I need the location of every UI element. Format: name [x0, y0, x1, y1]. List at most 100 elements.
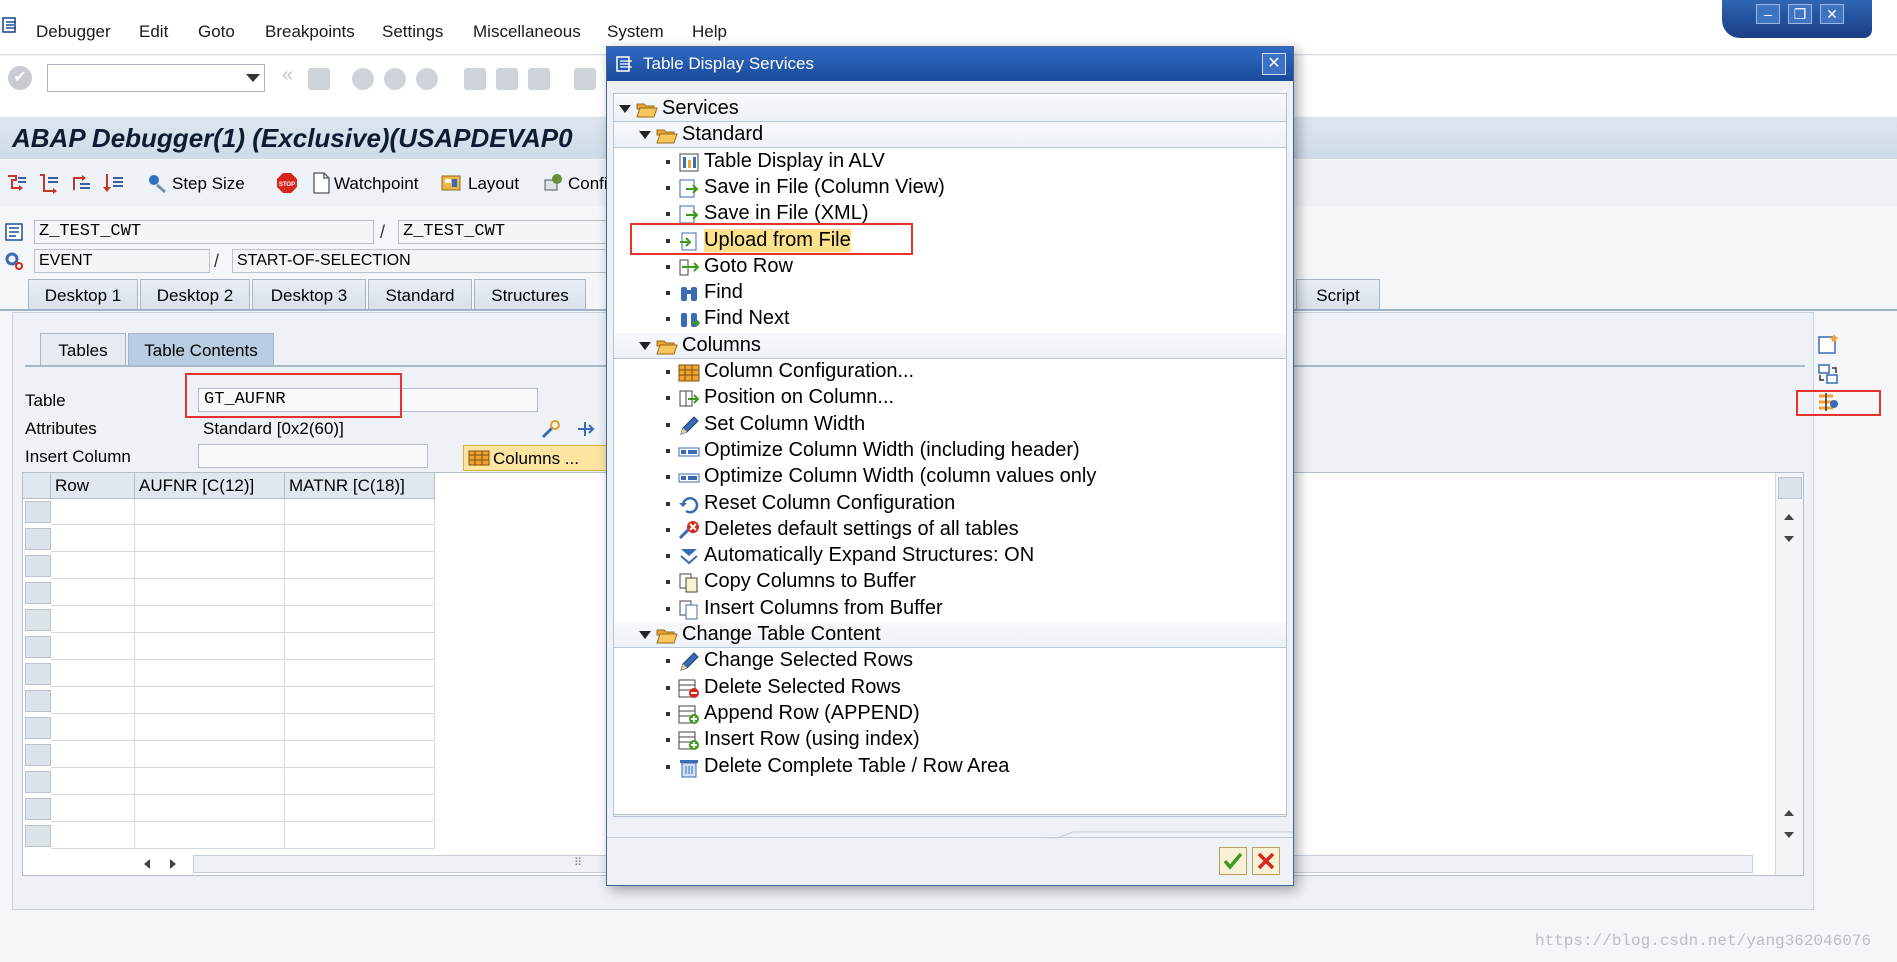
row-selector[interactable] — [25, 690, 51, 712]
tree-item[interactable]: Position on Column... — [614, 385, 1286, 411]
grid-cell[interactable] — [51, 769, 135, 795]
expand-arrow-icon[interactable] — [639, 631, 651, 639]
grid-cell[interactable] — [135, 742, 285, 768]
tree-item[interactable]: Find — [614, 280, 1286, 306]
scroll-up-bottom-icon[interactable] — [1783, 807, 1795, 819]
scroll-thumb[interactable] — [1778, 477, 1802, 499]
grid-cell[interactable] — [285, 526, 435, 552]
tree-folder[interactable]: Standard — [614, 122, 1286, 149]
row-selector[interactable] — [25, 717, 51, 739]
row-selector[interactable] — [25, 798, 51, 820]
tab-desktop-1[interactable]: Desktop 1 — [28, 279, 138, 310]
menu-system[interactable]: System — [607, 22, 664, 42]
menu-breakpoints[interactable]: Breakpoints — [265, 22, 355, 42]
first-page-icon[interactable] — [574, 68, 596, 90]
grid-cell[interactable] — [135, 769, 285, 795]
tree-item[interactable]: Delete Complete Table / Row Area — [614, 754, 1286, 780]
tree-item[interactable]: Column Configuration... — [614, 359, 1286, 385]
save-icon[interactable] — [308, 68, 330, 90]
scroll-up-icon[interactable] — [1783, 511, 1795, 523]
vertical-scrollbar[interactable] — [1775, 473, 1803, 875]
row-selector[interactable] — [25, 771, 51, 793]
watchpoint-button[interactable]: Watchpoint — [334, 174, 418, 194]
command-field[interactable] — [47, 64, 265, 92]
grid-corner[interactable] — [23, 473, 51, 499]
tree-item[interactable]: Goto Row — [614, 254, 1286, 280]
insert-column-input[interactable] — [198, 444, 428, 468]
grid-cell[interactable] — [51, 688, 135, 714]
event-name-field[interactable]: START-OF-SELECTION — [232, 249, 620, 273]
include-field[interactable]: Z_TEST_CWT — [398, 220, 620, 244]
grid-cell[interactable] — [285, 769, 435, 795]
tree-item[interactable]: Copy Columns to Buffer — [614, 569, 1286, 595]
row-selector[interactable] — [25, 501, 51, 523]
tree-item[interactable]: Reset Column Configuration — [614, 491, 1286, 517]
columns-button[interactable]: Columns ... — [463, 445, 608, 471]
grid-cell[interactable] — [285, 634, 435, 660]
tab-script[interactable]: Script — [1296, 279, 1380, 310]
tree-item[interactable]: Delete Selected Rows — [614, 675, 1286, 701]
step-size-button[interactable]: Step Size — [172, 174, 245, 194]
scroll-right-icon[interactable] — [167, 858, 179, 870]
tab-tables[interactable]: Tables — [40, 333, 126, 366]
menu-settings[interactable]: Settings — [382, 22, 443, 42]
grid-cell[interactable] — [51, 715, 135, 741]
find-next-toolbar-icon[interactable] — [528, 68, 550, 90]
chevron-down-icon[interactable] — [246, 74, 260, 82]
tab-standard[interactable]: Standard — [368, 279, 472, 310]
cancel-button[interactable] — [1252, 847, 1280, 875]
grid-cell[interactable] — [285, 796, 435, 822]
tab-table-contents[interactable]: Table Contents — [128, 333, 274, 366]
column-header-row[interactable]: Row — [51, 473, 135, 499]
grid-cell[interactable] — [135, 634, 285, 660]
grid-cell[interactable] — [285, 499, 435, 525]
tree-item[interactable]: Change Selected Rows — [614, 648, 1286, 674]
grid-cell[interactable] — [51, 823, 135, 849]
return-icon[interactable] — [70, 172, 92, 194]
step-into-icon[interactable] — [6, 172, 28, 194]
app-menu-icon[interactable] — [2, 16, 20, 34]
event-type-field[interactable]: EVENT — [34, 249, 210, 273]
grid-cell[interactable] — [285, 661, 435, 687]
row-selector[interactable] — [25, 609, 51, 631]
tree-item[interactable]: Deletes default settings of all tables — [614, 517, 1286, 543]
layout-button[interactable]: Layout — [468, 174, 519, 194]
grid-cell[interactable] — [51, 580, 135, 606]
grid-cell[interactable] — [135, 499, 285, 525]
menu-debugger[interactable]: Debugger — [36, 22, 111, 42]
grid-cell[interactable] — [135, 661, 285, 687]
grid-cell[interactable] — [285, 553, 435, 579]
row-selector[interactable] — [25, 582, 51, 604]
menu-help[interactable]: Help — [692, 22, 727, 42]
tree-folder[interactable]: Services — [614, 96, 1286, 122]
row-selector[interactable] — [25, 555, 51, 577]
tree-folder[interactable]: Columns — [614, 332, 1286, 359]
tree-item[interactable]: Set Column Width — [614, 412, 1286, 438]
restore-button[interactable]: ❐ — [1788, 4, 1812, 24]
tree-item[interactable]: Append Row (APPEND) — [614, 701, 1286, 727]
main-program-field[interactable]: Z_TEST_CWT — [34, 220, 374, 244]
confirm-button[interactable] — [1219, 847, 1247, 875]
grid-cell[interactable] — [285, 688, 435, 714]
grid-cell[interactable] — [135, 823, 285, 849]
tree-item[interactable]: Table Display in ALV — [614, 149, 1286, 175]
grid-cell[interactable] — [285, 580, 435, 606]
continue-icon[interactable] — [102, 172, 124, 194]
grid-cell[interactable] — [285, 742, 435, 768]
back-chevron-icon[interactable]: « — [282, 64, 296, 86]
grid-cell[interactable] — [51, 742, 135, 768]
expand-arrow-icon[interactable] — [639, 131, 651, 140]
column-header-matnr[interactable]: MATNR [C(18)] — [285, 473, 435, 499]
window-close-button[interactable]: ✕ — [1820, 4, 1844, 24]
tree-item[interactable]: Insert Row (using index) — [614, 727, 1286, 753]
row-selector[interactable] — [25, 744, 51, 766]
exit-icon[interactable] — [384, 68, 406, 90]
grid-cell[interactable] — [51, 526, 135, 552]
menu-goto[interactable]: Goto — [198, 22, 235, 42]
grid-cell[interactable] — [285, 823, 435, 849]
minimize-button[interactable]: – — [1756, 4, 1780, 24]
grid-cell[interactable] — [135, 607, 285, 633]
menu-miscellaneous[interactable]: Miscellaneous — [473, 22, 581, 42]
tree-item[interactable]: Optimize Column Width (column values onl… — [614, 464, 1286, 490]
swap-tool-icon[interactable] — [1816, 362, 1840, 386]
